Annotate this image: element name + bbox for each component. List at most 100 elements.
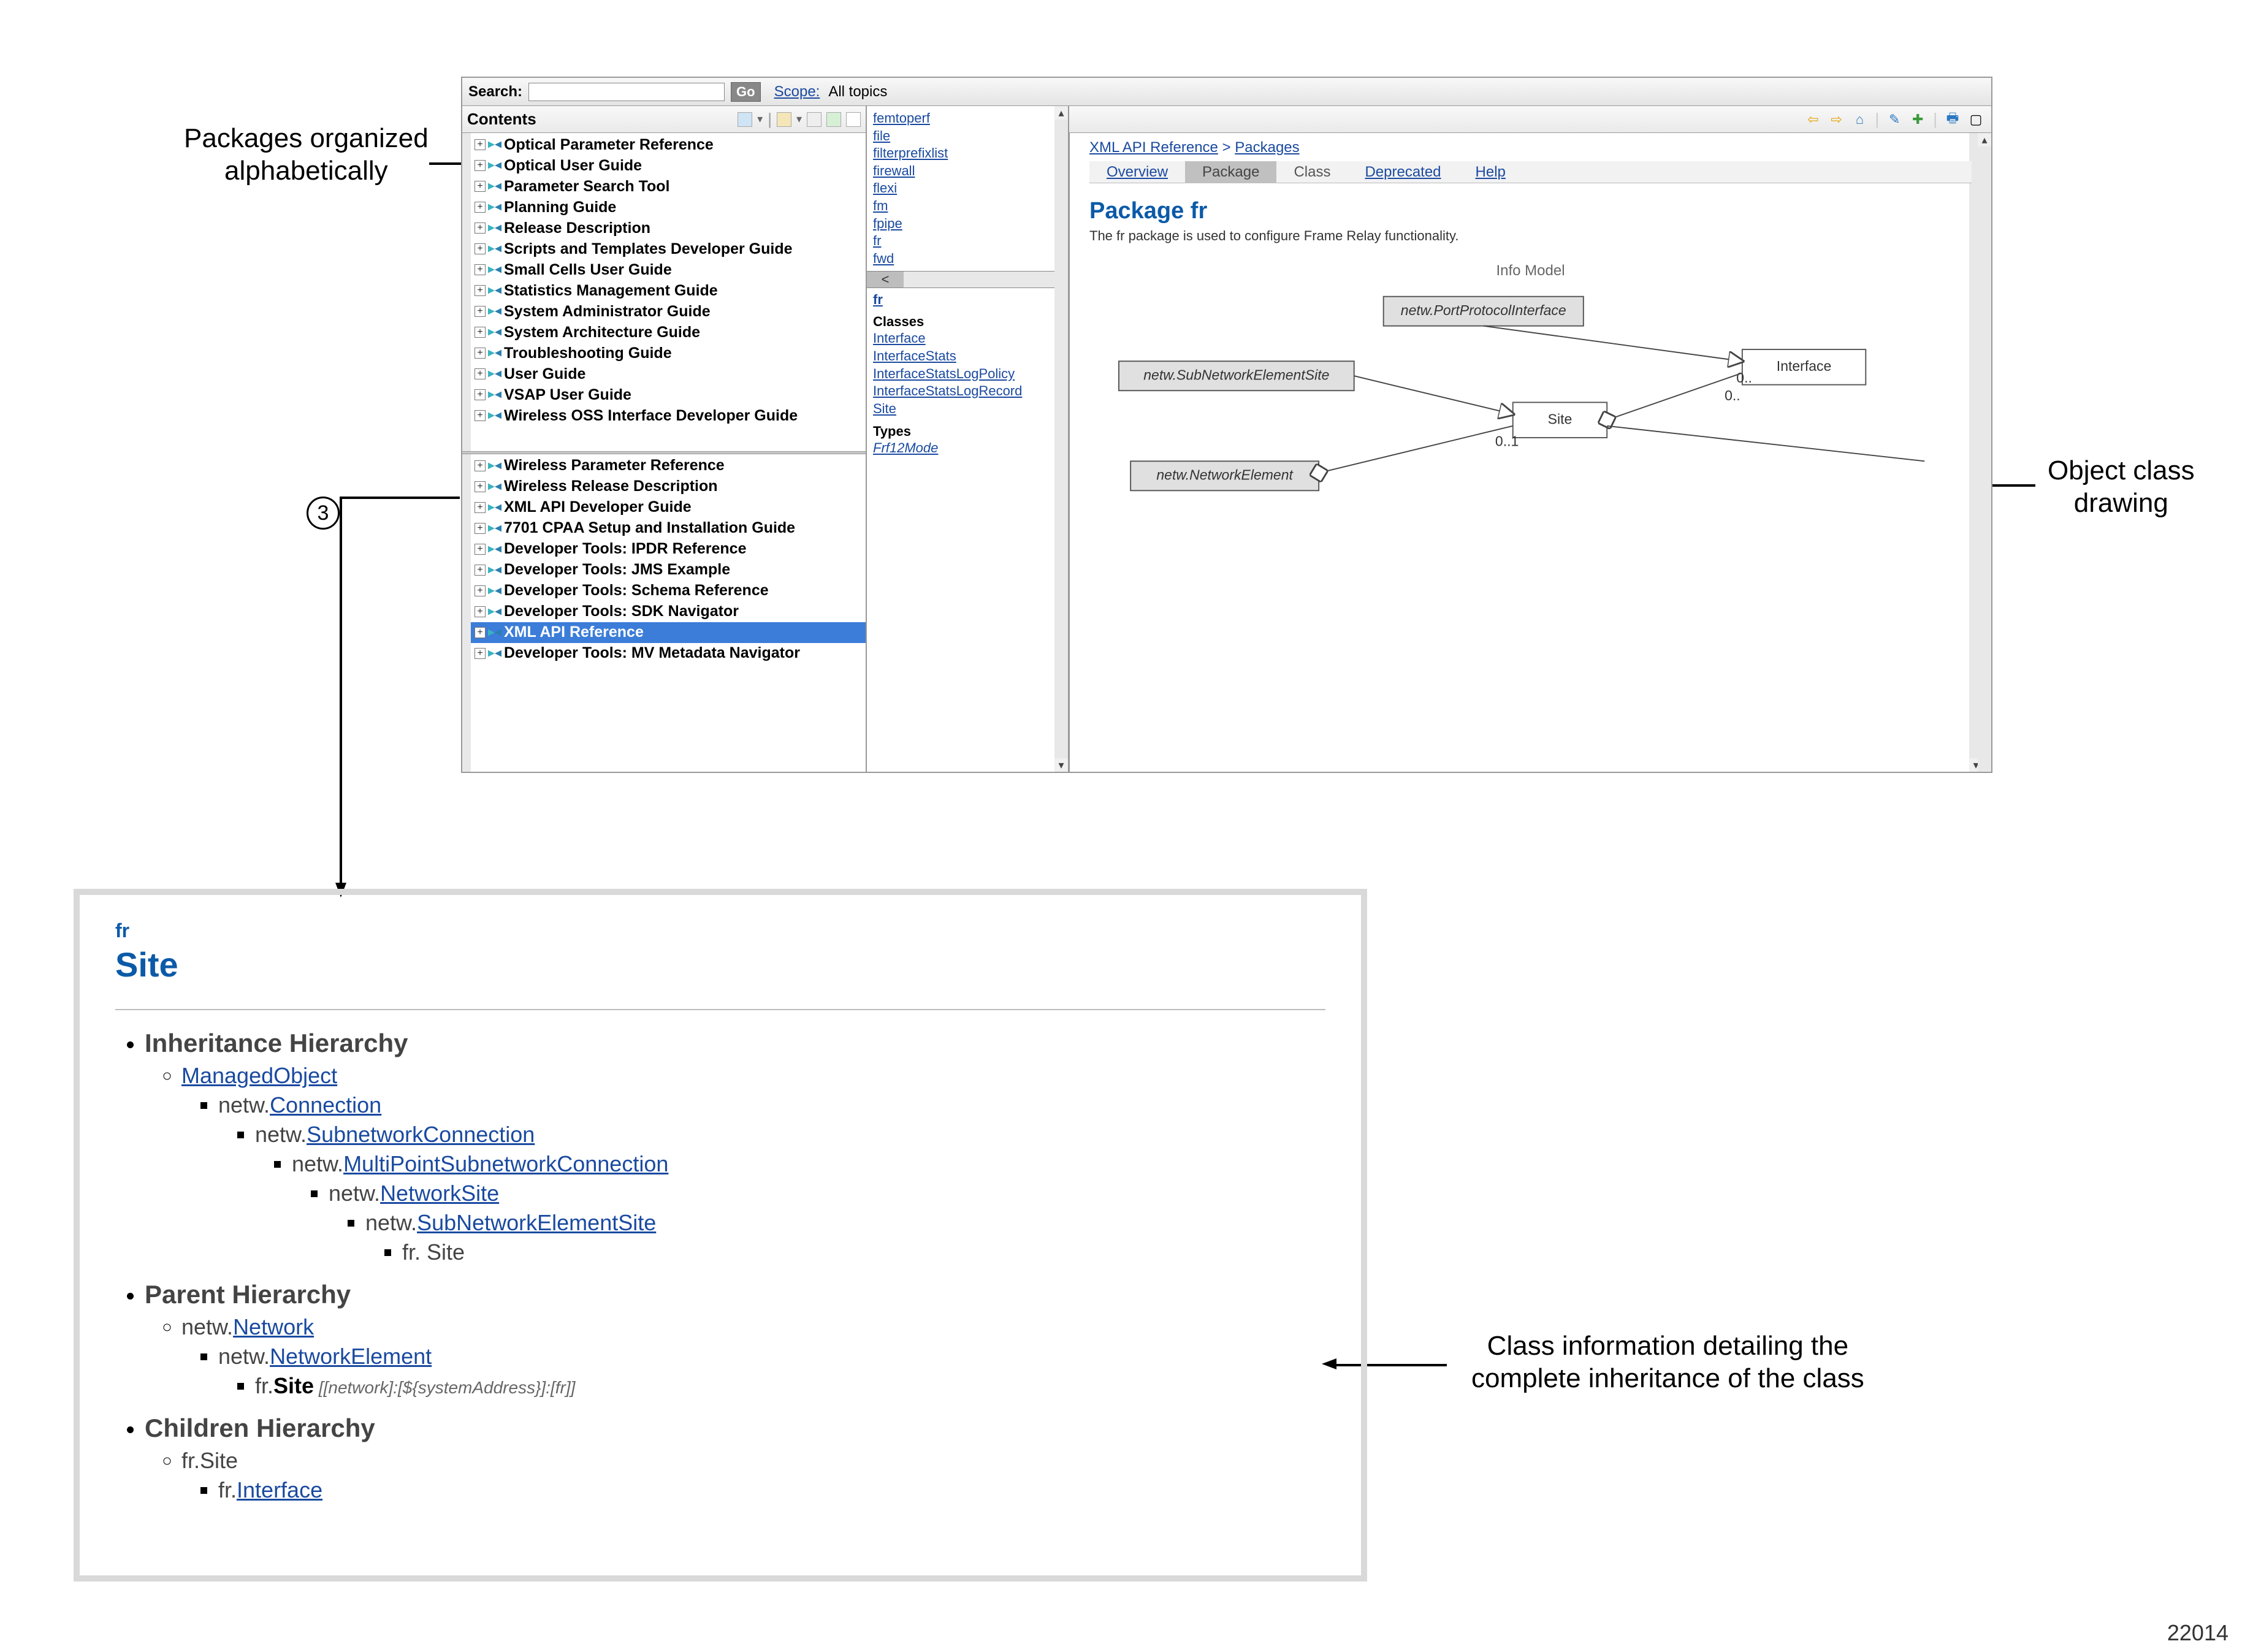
contents-tree-lower[interactable]: +Wireless Parameter Reference+Wireless R… xyxy=(462,454,866,772)
dropdown-icon[interactable]: ▾ xyxy=(757,113,763,126)
expand-icon[interactable]: + xyxy=(475,481,486,492)
tool-icon-1[interactable] xyxy=(777,112,791,127)
tree-item[interactable]: +Small Cells User Guide xyxy=(471,259,866,280)
expand-icon[interactable]: + xyxy=(475,544,486,555)
nav-forward-icon[interactable]: ⇨ xyxy=(1828,112,1844,128)
scroll-up-icon[interactable]: ▴ xyxy=(1978,133,1991,147)
tab-overview[interactable]: Overview xyxy=(1089,161,1185,183)
package-current[interactable]: fr xyxy=(873,292,1062,308)
expand-icon[interactable]: + xyxy=(475,648,486,659)
home-icon[interactable]: ⌂ xyxy=(1851,112,1867,128)
expand-icon[interactable]: + xyxy=(475,585,486,596)
tree-item[interactable]: +System Architecture Guide xyxy=(471,322,866,343)
tree-item[interactable]: +VSAP User Guide xyxy=(471,384,866,405)
expand-icon[interactable]: + xyxy=(475,460,486,471)
tree-item[interactable]: +Developer Tools: IPDR Reference xyxy=(471,539,866,560)
tree-item[interactable]: +7701 CPAA Setup and Installation Guide xyxy=(471,518,866,539)
tree-item[interactable]: +Developer Tools: MV Metadata Navigator xyxy=(471,643,866,664)
tree-item[interactable]: +Developer Tools: Schema Reference xyxy=(471,580,866,601)
expand-icon[interactable]: + xyxy=(475,306,486,317)
pkg-scrollbar[interactable]: ▴ ▾ xyxy=(1054,106,1068,772)
tree-item[interactable]: +Optical User Guide xyxy=(471,155,866,176)
package-link[interactable]: fpipe xyxy=(873,215,1062,233)
collapse-icon[interactable] xyxy=(807,112,822,127)
class-link[interactable]: Interface xyxy=(873,330,1062,348)
breadcrumb-root[interactable]: XML API Reference xyxy=(1089,139,1218,156)
inheritance-link[interactable]: NetworkSite xyxy=(380,1181,499,1206)
expand-icon[interactable]: + xyxy=(475,181,486,192)
scope-link[interactable]: Scope: xyxy=(774,83,820,101)
tab-help[interactable]: Help xyxy=(1458,161,1523,183)
tree-item[interactable]: +Release Description xyxy=(471,218,866,238)
package-link[interactable]: fwd xyxy=(873,250,1062,268)
expand-icon[interactable]: + xyxy=(475,348,486,359)
bookmark-icon[interactable]: ✎ xyxy=(1886,112,1902,128)
parent-root-link[interactable]: Network xyxy=(233,1314,314,1339)
package-divider[interactable]: < xyxy=(867,271,1068,288)
expand-icon[interactable]: + xyxy=(475,264,486,275)
tree-item[interactable]: +Wireless Release Description xyxy=(471,476,866,497)
expand-icon[interactable]: + xyxy=(475,160,486,171)
package-link[interactable]: file xyxy=(873,128,1062,145)
class-link[interactable]: InterfaceStats xyxy=(873,348,1062,365)
print-icon[interactable] xyxy=(738,112,752,127)
tree-item[interactable]: +System Administrator Guide xyxy=(471,301,866,322)
inheritance-link[interactable]: ManagedObject xyxy=(181,1063,337,1088)
expand-icon[interactable]: + xyxy=(475,389,486,400)
package-link[interactable]: flexi xyxy=(873,180,1062,197)
package-details[interactable]: fr Classes InterfaceInterfaceStatsInterf… xyxy=(867,288,1068,461)
scroll-down-icon[interactable]: ▾ xyxy=(1054,758,1068,772)
package-link[interactable]: fm xyxy=(873,197,1062,215)
breadcrumb-leaf[interactable]: Packages xyxy=(1235,139,1299,156)
dropdown-icon-2[interactable]: ▾ xyxy=(796,113,802,126)
class-link[interactable]: InterfaceStatsLogRecord xyxy=(873,383,1062,400)
children-link[interactable]: Interface xyxy=(237,1477,322,1502)
tab-deprecated[interactable]: Deprecated xyxy=(1348,161,1458,183)
package-list-top[interactable]: femtoperffilefilterprefixlistfirewallfle… xyxy=(867,106,1068,271)
class-link[interactable]: Site xyxy=(873,400,1062,418)
tree-item[interactable]: +XML API Reference xyxy=(471,622,866,643)
maximize-icon[interactable] xyxy=(846,112,861,127)
inheritance-link[interactable]: MultiPointSubnetworkConnection xyxy=(343,1151,668,1176)
class-link[interactable]: InterfaceStatsLogPolicy xyxy=(873,365,1062,383)
expand-icon[interactable]: + xyxy=(475,285,486,296)
tree-item[interactable]: +Wireless Parameter Reference xyxy=(471,455,866,476)
tree-item[interactable]: +Statistics Management Guide xyxy=(471,280,866,301)
package-link[interactable]: filterprefixlist xyxy=(873,145,1062,162)
inheritance-link[interactable]: SubnetworkConnection xyxy=(307,1122,535,1147)
expand-icon[interactable]: + xyxy=(475,243,486,254)
expand-icon[interactable]: + xyxy=(475,139,486,150)
tree-item[interactable]: +Developer Tools: JMS Example xyxy=(471,560,866,580)
tree-item[interactable]: +Parameter Search Tool xyxy=(471,176,866,197)
expand-icon[interactable]: + xyxy=(475,565,486,576)
print-icon[interactable]: 🖶 xyxy=(1945,112,1961,128)
tree-item[interactable]: +User Guide xyxy=(471,364,866,384)
search-input[interactable] xyxy=(528,83,725,101)
expand-icon[interactable]: + xyxy=(475,327,486,338)
tree-item[interactable]: +Troubleshooting Guide xyxy=(471,343,866,364)
expand-icon[interactable]: + xyxy=(475,223,486,234)
expand-icon[interactable]: + xyxy=(475,368,486,379)
tab-package[interactable]: Package xyxy=(1185,161,1276,183)
type-link[interactable]: Frf12Mode xyxy=(873,440,1062,457)
tree-item[interactable]: +Developer Tools: SDK Navigator xyxy=(471,601,866,622)
inheritance-link[interactable]: SubNetworkElementSite xyxy=(417,1210,656,1235)
inheritance-link[interactable]: Connection xyxy=(270,1092,381,1117)
bookmark-add-icon[interactable]: ✚ xyxy=(1910,112,1926,128)
expand-icon[interactable]: + xyxy=(475,606,486,617)
divider-collapse-icon[interactable]: < xyxy=(867,272,904,287)
tree-item[interactable]: +XML API Developer Guide xyxy=(471,497,866,518)
tree-item[interactable]: +Optical Parameter Reference xyxy=(471,134,866,155)
expand-icon[interactable]: + xyxy=(475,502,486,513)
tree-item[interactable]: +Scripts and Templates Developer Guide xyxy=(471,238,866,259)
nav-back-icon[interactable]: ⇦ xyxy=(1805,112,1821,128)
go-button[interactable]: Go xyxy=(731,82,761,102)
doc-scrollbar[interactable]: ▴ xyxy=(1978,133,1991,772)
package-link[interactable]: firewall xyxy=(873,162,1062,180)
package-link[interactable]: fr xyxy=(873,232,1062,250)
tree-item[interactable]: +Wireless OSS Interface Developer Guide xyxy=(471,405,866,426)
package-link[interactable]: femtoperf xyxy=(873,110,1062,128)
tree-item[interactable]: +Planning Guide xyxy=(471,197,866,218)
expand-icon[interactable]: + xyxy=(475,523,486,534)
sync-icon[interactable] xyxy=(826,112,841,127)
